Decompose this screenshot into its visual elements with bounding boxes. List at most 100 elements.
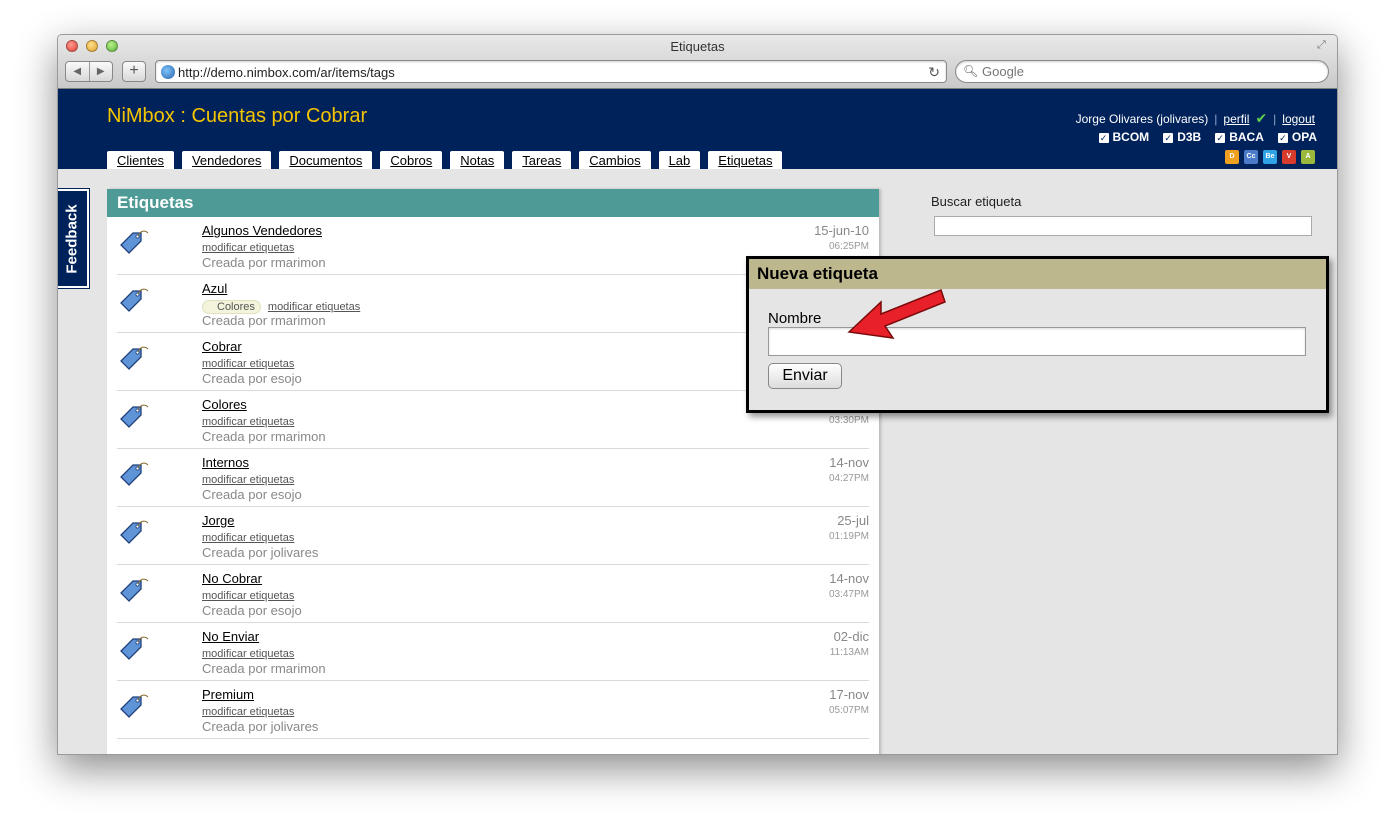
modify-tags-link[interactable]: modificar etiquetas: [202, 358, 294, 370]
tag-date: 15-jun-10: [814, 223, 869, 238]
tab-documentos[interactable]: Documentos: [279, 151, 373, 169]
tag-creator: Creada por jolivares: [202, 719, 319, 734]
modify-tags-link[interactable]: modificar etiquetas: [202, 416, 294, 428]
tag-sub: modificar etiquetas: [202, 648, 294, 660]
modify-tags-link[interactable]: modificar etiquetas: [202, 532, 294, 544]
user-info: Jorge Olivares (jolivares) | perfil ✔ | …: [1076, 110, 1315, 127]
modify-tags-link[interactable]: modificar etiquetas: [202, 474, 294, 486]
company-checkbox[interactable]: ✓ BCOM: [1098, 130, 1149, 144]
tag-icon: [119, 461, 149, 487]
company-checkbox[interactable]: ✓ BACA: [1215, 130, 1264, 144]
tag-name-link[interactable]: Premium: [202, 687, 254, 702]
tag-date: 14-nov: [829, 571, 869, 586]
forward-button[interactable]: ▶: [90, 62, 113, 81]
checkbox-icon[interactable]: ✓: [1098, 133, 1109, 143]
main-tabs: Clientes Vendedores Documentos Cobros Notas T…: [107, 151, 783, 169]
tag-time: 11:13AM: [829, 647, 869, 658]
fullscreen-icon[interactable]: ⤢: [1317, 39, 1331, 53]
modify-tags-link[interactable]: modificar etiquetas: [202, 242, 294, 254]
tag-name-link[interactable]: No Cobrar: [202, 571, 262, 586]
tag-time: 01:19PM: [828, 531, 869, 542]
browser-search-bar[interactable]: 🔍︎: [955, 60, 1329, 83]
tag-sub: modificar etiquetas: [202, 590, 294, 602]
tag-name-link[interactable]: Internos: [202, 455, 249, 470]
separator: |: [1273, 111, 1277, 126]
feedback-tab[interactable]: Feedback: [58, 189, 89, 288]
checkbox-icon[interactable]: ✓: [1277, 133, 1288, 143]
tag-date: 14-nov: [829, 455, 869, 470]
tab-notas[interactable]: Notas: [450, 151, 505, 169]
company-checkbox[interactable]: ✓ OPA: [1277, 130, 1317, 144]
tab-tareas[interactable]: Tareas: [512, 151, 572, 169]
tag-creator: Creada por esojo: [202, 371, 302, 386]
add-bookmark-button[interactable]: +: [122, 61, 146, 82]
tab-lab[interactable]: Lab: [658, 151, 701, 169]
browser-window: Etiquetas ⤢ ◀ ▶ + http://demo.nimbox.com…: [57, 34, 1338, 755]
tag-icon: [119, 519, 149, 545]
tag-date: 25-jul: [837, 513, 869, 528]
tag-sub: modificar etiquetas: [202, 706, 294, 718]
checkbox-icon[interactable]: ✓: [1215, 133, 1226, 143]
dialog-title: Nueva etiqueta: [749, 259, 1326, 289]
tag-name-link[interactable]: Colores: [202, 397, 247, 412]
app-badge[interactable]: Cc: [1244, 150, 1258, 164]
tag-time: 05:07PM: [828, 705, 869, 716]
tag-sub: modificar etiquetas: [202, 532, 294, 544]
app-badge[interactable]: V: [1282, 150, 1296, 164]
tab-cobros[interactable]: Cobros: [380, 151, 443, 169]
app-title: NiMbox : Cuentas por Cobrar: [107, 105, 368, 127]
tab-clientes[interactable]: Clientes: [107, 151, 174, 169]
tab-vendedores[interactable]: Vendedores: [181, 151, 272, 169]
profile-link[interactable]: perfil: [1223, 112, 1249, 126]
tag-sub: Colores modificar etiquetas: [202, 300, 360, 314]
url-text[interactable]: http://demo.nimbox.com/ar/items/tags: [178, 65, 395, 80]
tag-name-link[interactable]: Cobrar: [202, 339, 242, 354]
company-checkbox[interactable]: ✓ D3B: [1163, 130, 1201, 144]
search-icon: 🔍︎: [963, 64, 979, 78]
modify-tags-link[interactable]: modificar etiquetas: [268, 301, 360, 313]
app-badge[interactable]: A: [1301, 150, 1315, 164]
modify-tags-link[interactable]: modificar etiquetas: [202, 706, 294, 718]
tab-etiquetas[interactable]: Etiquetas: [708, 151, 783, 169]
list-item: Premium modificar etiquetas Creada por jol…: [117, 681, 869, 739]
tag-creator: Creada por esojo: [202, 603, 302, 618]
tag-name-link[interactable]: No Enviar: [202, 629, 259, 644]
tag-icon: [119, 345, 149, 371]
modify-tags-link[interactable]: modificar etiquetas: [202, 590, 294, 602]
back-button[interactable]: ◀: [66, 62, 90, 81]
tag-chip[interactable]: Colores: [202, 300, 261, 314]
tag-name-link[interactable]: Algunos Vendedores: [202, 223, 322, 238]
browser-search-input[interactable]: [982, 64, 1312, 79]
tag-creator: Creada por rmarimon: [202, 429, 326, 444]
tag-icon: [119, 403, 149, 429]
logout-link[interactable]: logout: [1282, 112, 1315, 126]
tag-creator: Creada por esojo: [202, 487, 302, 502]
list-item: Internos modificar etiquetas Creada por es…: [117, 449, 869, 507]
app-badge[interactable]: D: [1225, 150, 1239, 164]
tab-cambios[interactable]: Cambios: [579, 151, 651, 169]
app-header: NiMbox : Cuentas por Cobrar Jorge Olivar…: [58, 89, 1337, 169]
tag-time: 03:30PM: [828, 415, 869, 426]
reload-icon[interactable]: ↻: [928, 64, 940, 81]
tag-name-link[interactable]: Azul: [202, 281, 227, 296]
site-favicon-icon: [161, 65, 175, 79]
tag-sub: modificar etiquetas: [202, 358, 294, 370]
submit-button[interactable]: Enviar: [768, 363, 842, 389]
tag-sub: modificar etiquetas: [202, 474, 294, 486]
tag-sub: modificar etiquetas: [202, 242, 294, 254]
window-title: Etiquetas: [670, 39, 725, 54]
tag-creator: Creada por rmarimon: [202, 255, 326, 270]
checkbox-icon[interactable]: ✓: [1163, 133, 1174, 143]
tag-icon: [119, 635, 149, 661]
tag-creator: Creada por rmarimon: [202, 661, 326, 676]
tag-icon: [119, 287, 149, 313]
search-tag-label: Buscar etiqueta: [931, 194, 1022, 209]
modify-tags-link[interactable]: modificar etiquetas: [202, 648, 294, 660]
search-tag-input[interactable]: [934, 216, 1312, 236]
company-selector: ✓ BCOM ✓ D3B ✓ BACA ✓ OPA: [1098, 130, 1317, 144]
address-bar[interactable]: http://demo.nimbox.com/ar/items/tags ↻: [155, 60, 947, 83]
tag-name-link[interactable]: Jorge: [202, 513, 235, 528]
app-badge[interactable]: Be: [1263, 150, 1277, 164]
tag-date: 17-nov: [829, 687, 869, 702]
tag-date: 02-dic: [833, 629, 869, 644]
